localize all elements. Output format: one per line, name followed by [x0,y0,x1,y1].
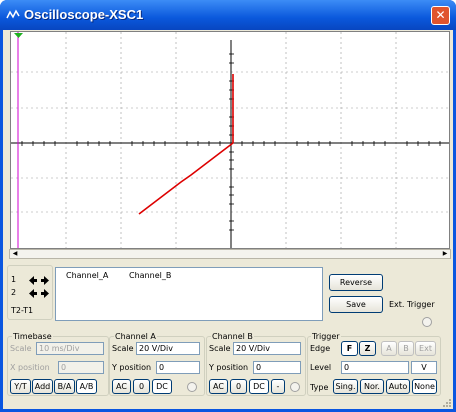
trigger-source-a-button[interactable]: A [381,341,397,356]
edge-falling-button[interactable]: Z [359,341,376,356]
channel-a-zero-button[interactable]: 0 [133,379,150,394]
resize-grip-icon[interactable] [442,398,452,408]
trigger-source-ext-button[interactable]: Ext [415,341,436,356]
trigger-type-label: Type [310,383,329,392]
timebase-title: Timebase [12,332,53,341]
channel-b-zero-button[interactable]: 0 [230,379,247,394]
cursor-controls: 1 2 T2-T1 [7,265,53,320]
ab-mode-button[interactable]: A/B [76,379,97,394]
cursor-1-move-arrows-icon[interactable] [28,275,50,286]
window-client-area: ◀ ▶ 1 2 T2-T1 Channel_A Channel_B Revers… [3,30,453,409]
channel-b-ypos-label: Y position [209,363,249,372]
cursor-1-label: 1 [11,275,17,284]
channel-a-ypos-field[interactable]: 0 [156,361,200,374]
scope-display[interactable] [10,31,450,249]
cursor-2-move-arrows-icon[interactable] [28,288,50,299]
scroll-left-arrow-icon[interactable]: ◀ [10,250,20,258]
channel-a-scale-label: Scale [112,344,134,353]
scope-grid [11,32,449,248]
timebase-scale-label: Scale [10,344,32,353]
channel-b-ac-button[interactable]: AC [209,379,228,394]
save-button[interactable]: Save [329,296,383,313]
ext-trigger-label: Ext. Trigger [389,300,435,309]
yt-mode-button[interactable]: Y/T [10,379,31,394]
channel-a-dc-button[interactable]: DC [152,379,172,394]
close-button[interactable]: ✕ [431,6,450,25]
horizontal-scrollbar[interactable]: ◀ ▶ [9,249,451,259]
oscilloscope-window: Oscilloscope-XSC1 ✕ ◀ ▶ 1 2 T2-T1 Channe… [0,0,456,412]
trigger-level-unit[interactable]: V [411,361,437,374]
readout-channel-b-header: Channel_B [129,271,172,280]
channel-a-terminal[interactable] [187,382,197,392]
channel-a-ypos-label: Y position [112,363,152,372]
x-position-field[interactable]: 0 [58,361,104,374]
add-mode-button[interactable]: Add [32,379,53,394]
oscilloscope-app-icon [6,9,20,19]
trigger-single-button[interactable]: Sing. [333,379,358,394]
channel-a-title: Channel A [114,332,157,341]
channel-b-scale-label: Scale [209,344,231,353]
cursor-1-marker [14,33,23,38]
channel-b-terminal[interactable] [290,382,300,392]
measurement-readout: Channel_A Channel_B [55,267,323,321]
trigger-auto-button[interactable]: Auto [386,379,410,394]
edge-rising-button[interactable]: F [341,341,358,356]
trigger-level-label: Level [310,363,332,372]
trigger-normal-button[interactable]: Nor. [360,379,384,394]
readout-channel-a-header: Channel_A [66,271,109,280]
channel-b-dc-button[interactable]: DC [249,379,269,394]
reverse-button[interactable]: Reverse [329,274,383,291]
timebase-scale-field[interactable]: 10 ms/Div [36,342,104,355]
channel-b-invert-button[interactable]: - [271,379,285,394]
scroll-right-arrow-icon[interactable]: ▶ [440,250,450,258]
t2-t1-label: T2-T1 [11,306,34,315]
cursor-2-label: 2 [11,288,17,297]
channel-b-ypos-field[interactable]: 0 [253,361,301,374]
title-bar[interactable]: Oscilloscope-XSC1 ✕ [0,0,456,30]
channel-b-scale-field[interactable]: 20 V/Div [233,342,301,355]
trigger-title: Trigger [311,332,341,341]
signal-trace [138,74,234,215]
channel-b-title: Channel B [211,332,254,341]
trigger-source-b-button[interactable]: B [398,341,414,356]
channel-a-ac-button[interactable]: AC [112,379,131,394]
trigger-level-field[interactable]: 0 [341,361,409,374]
trigger-edge-label: Edge [310,344,331,353]
ext-trigger-terminal[interactable] [422,317,432,327]
channel-a-scale-field[interactable]: 20 V/Div [136,342,200,355]
window-title: Oscilloscope-XSC1 [24,7,144,22]
trigger-none-button[interactable]: None [412,379,437,394]
ba-mode-button[interactable]: B/A [54,379,75,394]
x-position-label: X position [10,363,50,372]
